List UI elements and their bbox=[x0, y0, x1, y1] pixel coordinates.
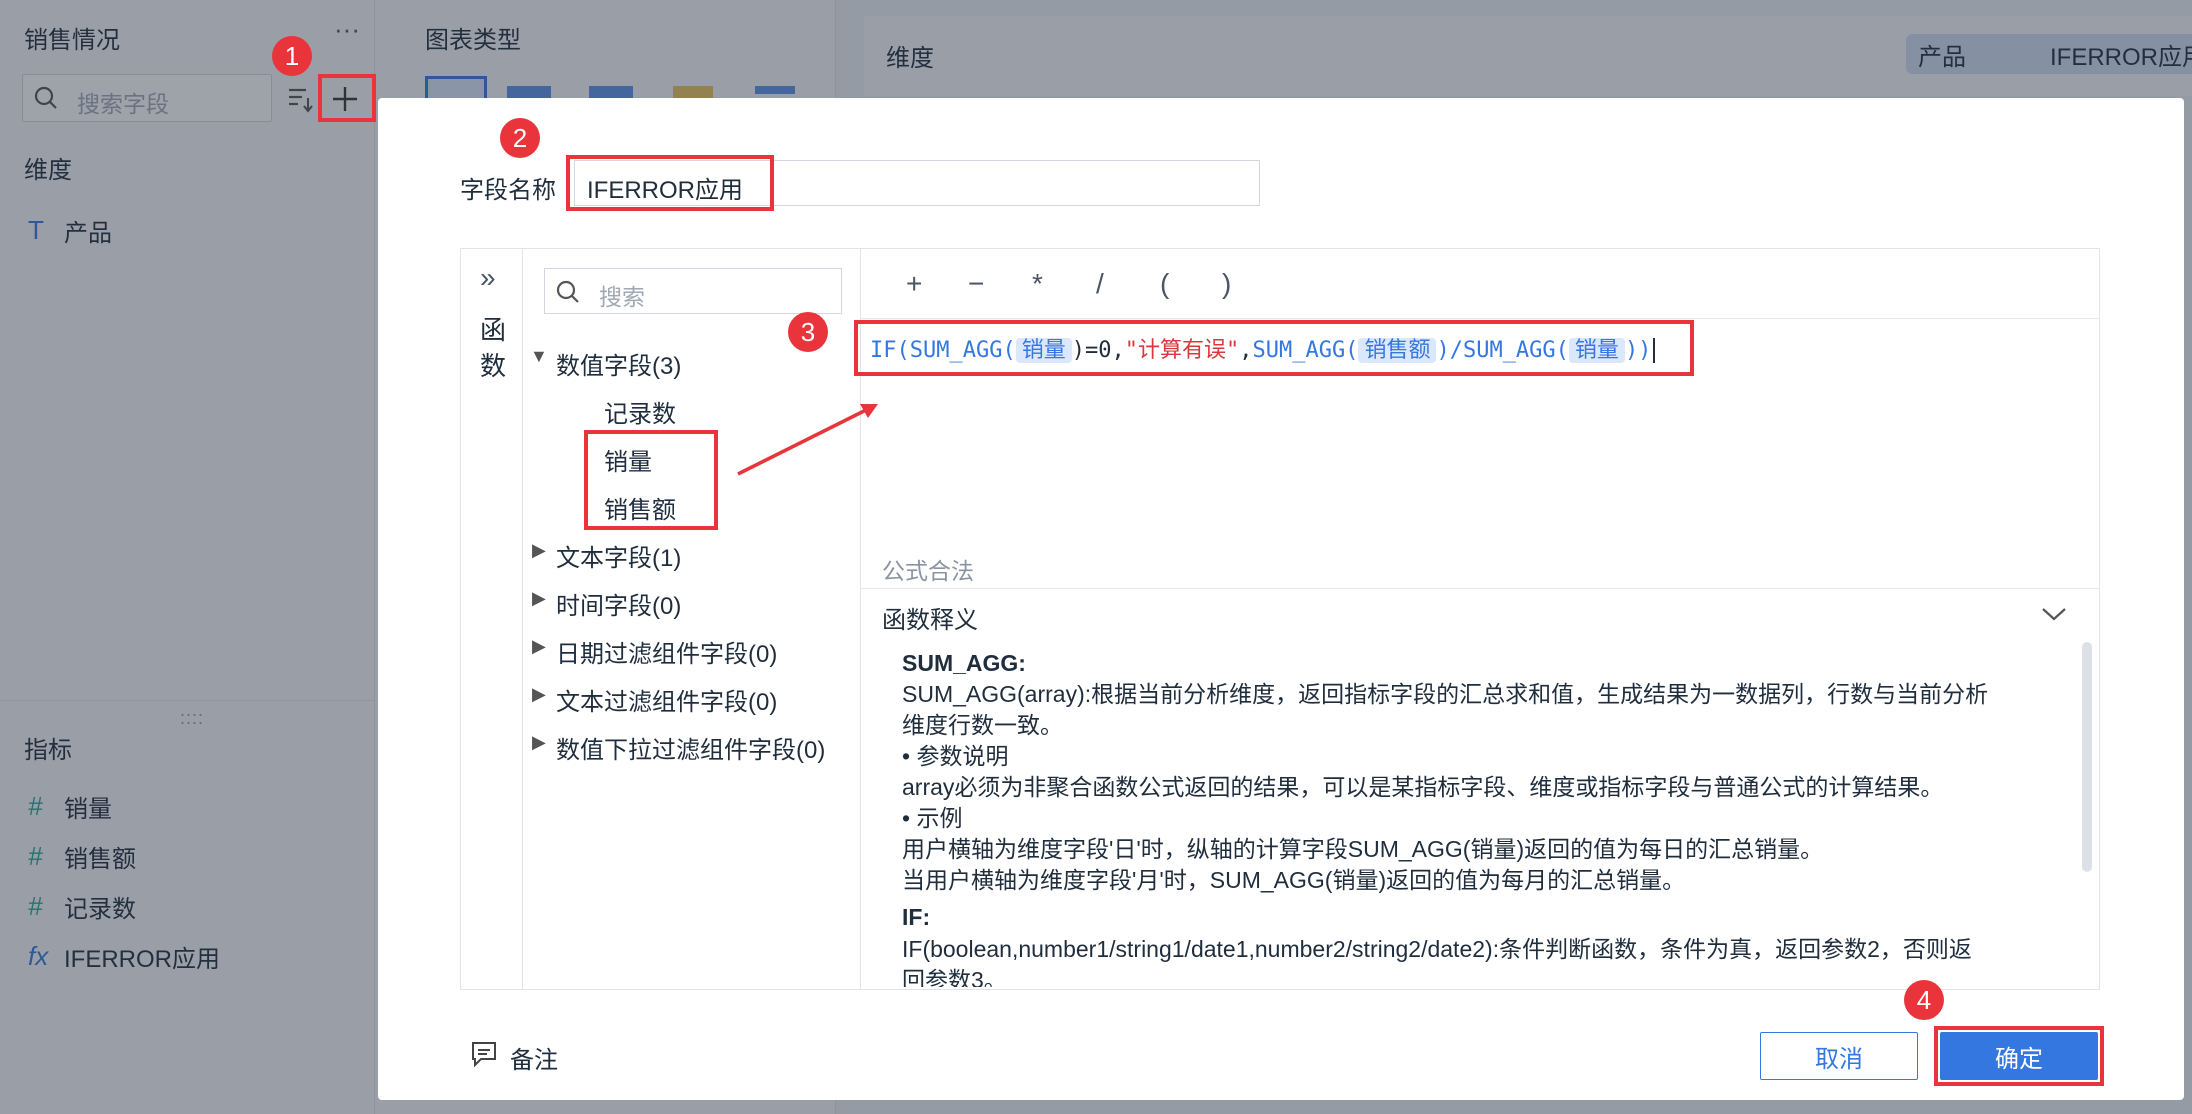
step-badge-2: 2 bbox=[500, 118, 540, 158]
explain-line: IF(boolean,number1/string1/date1,number2… bbox=[902, 936, 1972, 962]
explain-line: • 示例 bbox=[902, 805, 963, 831]
explain-title-if: IF: bbox=[902, 904, 931, 930]
cancel-button[interactable]: 取消 bbox=[1760, 1032, 1918, 1080]
step-badge-3: 3 bbox=[788, 312, 828, 352]
op-right-paren[interactable]: ) bbox=[1222, 268, 1231, 300]
explain-line: 用户横轴为维度字段'日'时，纵轴的计算字段SUM_AGG(销量)返回的值为每日的… bbox=[902, 836, 1824, 862]
collapsed-caret-icon[interactable]: ▶ bbox=[532, 732, 546, 753]
comment-icon[interactable] bbox=[470, 1040, 498, 1068]
highlight-add-field bbox=[318, 74, 376, 122]
highlight-tree-fields bbox=[584, 430, 718, 530]
collapsed-caret-icon[interactable]: ▶ bbox=[532, 684, 546, 705]
tree-group-numeric[interactable]: 数值字段(3) bbox=[556, 346, 681, 381]
op-plus[interactable]: + bbox=[906, 268, 922, 300]
tree-search-placeholder: 搜索 bbox=[599, 284, 645, 310]
tree-group-time[interactable]: 时间字段(0) bbox=[556, 586, 681, 621]
op-divide[interactable]: / bbox=[1096, 268, 1104, 300]
remark-button[interactable]: 备注 bbox=[510, 1040, 558, 1075]
tree-search-input[interactable]: 搜索 bbox=[544, 268, 842, 314]
functions-tab[interactable]: 函数 bbox=[480, 312, 506, 384]
expanded-caret-icon[interactable]: ▼ bbox=[530, 346, 548, 367]
op-multiply[interactable]: * bbox=[1032, 268, 1043, 300]
step-badge-4: 4 bbox=[1904, 980, 1944, 1020]
divider bbox=[522, 248, 523, 990]
tree-item-record-count[interactable]: 记录数 bbox=[604, 394, 676, 429]
op-minus[interactable]: − bbox=[968, 268, 984, 300]
explain-line: 当用户横轴为维度字段'月'时，SUM_AGG(销量)返回的值为每月的汇总销量。 bbox=[902, 867, 1686, 893]
divider bbox=[861, 588, 2099, 589]
tree-group-number-dropdown-filter[interactable]: 数值下拉过滤组件字段(0) bbox=[556, 730, 825, 765]
op-left-paren[interactable]: ( bbox=[1160, 268, 1169, 300]
search-icon bbox=[556, 280, 579, 303]
highlight-field-name bbox=[566, 155, 774, 211]
collapsed-caret-icon[interactable]: ▶ bbox=[532, 540, 546, 561]
explain-line: 维度行数一致。 bbox=[902, 712, 1063, 738]
field-name-label: 字段名称 bbox=[460, 177, 556, 204]
explain-line: • 参数说明 bbox=[902, 743, 1009, 769]
explain-scrollbar[interactable] bbox=[2082, 642, 2092, 872]
tree-group-text[interactable]: 文本字段(1) bbox=[556, 538, 681, 573]
expand-functions-icon[interactable]: » bbox=[480, 262, 496, 294]
chevron-down-icon[interactable] bbox=[2040, 604, 2068, 624]
highlight-confirm bbox=[1934, 1026, 2104, 1086]
collapsed-caret-icon[interactable]: ▶ bbox=[532, 588, 546, 609]
formula-status: 公式合法 bbox=[882, 558, 974, 584]
highlight-formula bbox=[854, 320, 1694, 376]
explain-title-sum-agg: SUM_AGG: bbox=[902, 650, 1026, 676]
explain-header[interactable]: 函数释义 bbox=[882, 600, 978, 635]
explain-line: 回参数3。 bbox=[902, 967, 1007, 987]
pointer-arrow bbox=[737, 404, 878, 476]
explain-line: array必须为非聚合函数公式返回的结果，可以是某指标字段、维度或指标字段与普通… bbox=[902, 774, 1944, 800]
step-badge-1: 1 bbox=[272, 36, 312, 76]
collapsed-caret-icon[interactable]: ▶ bbox=[532, 636, 546, 657]
tree-group-date-filter[interactable]: 日期过滤组件字段(0) bbox=[556, 634, 777, 669]
divider bbox=[861, 318, 2099, 319]
explain-line: SUM_AGG(array):根据当前分析维度，返回指标字段的汇总求和值，生成结… bbox=[902, 681, 1989, 707]
tree-group-text-filter[interactable]: 文本过滤组件字段(0) bbox=[556, 682, 777, 717]
